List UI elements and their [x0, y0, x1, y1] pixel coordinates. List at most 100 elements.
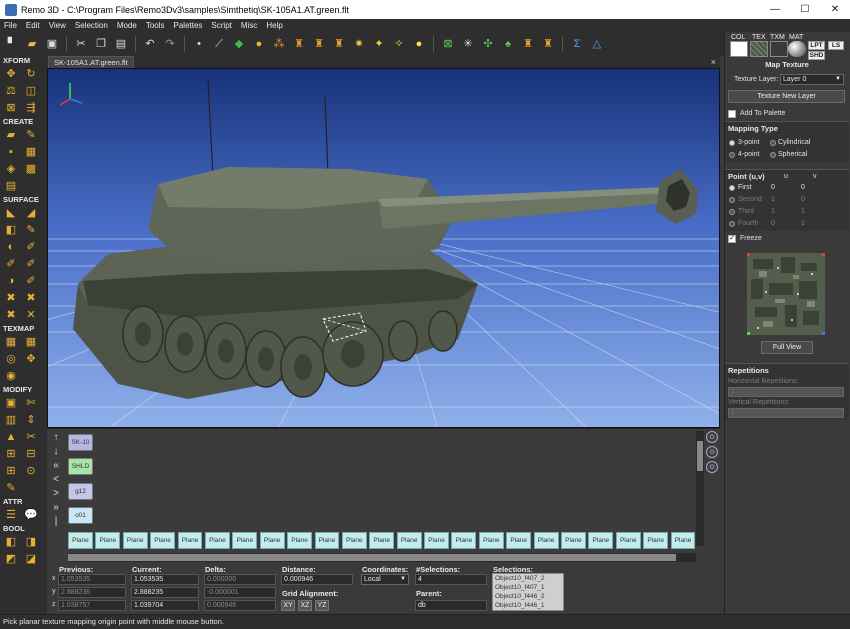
scene-graph-leaf[interactable]: Plane	[533, 532, 559, 549]
tool-icon[interactable]: ✥	[23, 352, 39, 367]
scene-graph-leaf[interactable]: Plane	[670, 532, 696, 549]
selections-list[interactable]: Object10_f407_2 Object10_f407_1 Object10…	[492, 573, 564, 611]
scene-graph-leaf[interactable]: Plane	[478, 532, 504, 549]
tool-icon[interactable]: ◉	[3, 369, 19, 384]
tool-icon[interactable]: ✥	[3, 67, 19, 82]
scene-graph-horizontal-scrollbar[interactable]	[68, 553, 696, 562]
undo-icon[interactable]: ↶	[142, 36, 158, 52]
freeze-checkbox[interactable]: ✓	[728, 235, 736, 243]
scene-graph-leaf[interactable]: Plane	[643, 532, 669, 549]
grid-xz-button[interactable]: XZ	[298, 600, 312, 611]
3d-viewport[interactable]	[47, 68, 720, 428]
point-second-radio[interactable]	[729, 197, 735, 203]
tool-icon[interactable]: 💬	[23, 508, 39, 523]
tool-icon[interactable]: ▥	[3, 413, 19, 428]
tool-icon[interactable]: ▦	[3, 335, 19, 350]
tool-icon[interactable]: ▪	[3, 145, 19, 160]
tool-icon[interactable]: ◑	[3, 274, 19, 289]
texture-swatch[interactable]	[750, 41, 768, 57]
point-v-value[interactable]: 1	[801, 220, 805, 227]
point-v-value[interactable]: 1	[801, 208, 805, 215]
scene-graph-leaf[interactable]: Plane	[369, 532, 395, 549]
scene-graph-leaf[interactable]: Plane	[259, 532, 285, 549]
save-icon[interactable]: ▣	[44, 36, 60, 52]
triangle-icon[interactable]: △	[589, 36, 605, 52]
point-v-value[interactable]: 0	[801, 184, 805, 191]
coordinates-select[interactable]: Local ▼	[361, 574, 409, 585]
select-face-icon[interactable]: ◆	[231, 36, 247, 52]
tab-txm[interactable]: TXM	[770, 34, 785, 41]
scene-graph-leaf[interactable]: Plane	[68, 532, 93, 549]
scene-graph-leaf[interactable]: Plane	[341, 532, 367, 549]
tool-icon[interactable]: ▦	[23, 335, 39, 350]
tool-icon[interactable]: ⇕	[23, 413, 39, 428]
tool-icon[interactable]: ✐	[23, 257, 39, 272]
scene-graph-node[interactable]: g12	[68, 483, 93, 500]
point-u-value[interactable]: 1	[771, 208, 775, 215]
tool-icon[interactable]: ✐	[23, 274, 39, 289]
tool-icon[interactable]: ◩	[3, 552, 19, 567]
tool-icon[interactable]: ⊠	[3, 101, 19, 116]
menu-selection[interactable]: Selection	[75, 21, 108, 30]
menu-view[interactable]: View	[49, 21, 66, 30]
current-y-field[interactable]: 2.888235	[131, 587, 199, 598]
scene-graph-leaf[interactable]: Plane	[204, 532, 230, 549]
mapping-spherical-radio[interactable]	[770, 152, 776, 158]
transform-icon[interactable]: ♜	[540, 36, 556, 52]
tool-icon[interactable]: ▲	[3, 430, 19, 445]
grid-yz-button[interactable]: YZ	[315, 600, 329, 611]
scene-graph-leaf[interactable]: Plane	[314, 532, 340, 549]
scene-graph-nav-3[interactable]: <	[49, 473, 63, 487]
full-view-button[interactable]: Full View	[761, 341, 813, 354]
tool-icon[interactable]	[23, 481, 39, 496]
tool-icon[interactable]: ✐	[23, 240, 39, 255]
add-to-palette-checkbox[interactable]	[728, 110, 736, 118]
tool-icon[interactable]: ◢	[23, 206, 39, 221]
clip-icon[interactable]: ✳	[460, 36, 476, 52]
tool-icon[interactable]: ▰	[3, 128, 19, 143]
tool-icon[interactable]: ⇶	[23, 101, 39, 116]
dof-icon[interactable]: ⊠	[440, 36, 456, 52]
mapping-cylindrical-radio[interactable]	[770, 140, 776, 146]
zoom-icon[interactable]: ⊙	[706, 431, 718, 443]
paste-icon[interactable]: ▤	[113, 36, 129, 52]
document-tab[interactable]: SK-105A1.AT.green.flt	[48, 56, 134, 68]
horizontal-repetitions-field[interactable]: 1	[728, 387, 844, 397]
tool-icon[interactable]: ▦	[23, 145, 39, 160]
menu-palettes[interactable]: Palettes	[174, 21, 203, 30]
scene-graph-leaf[interactable]: Plane	[232, 532, 258, 549]
scene-graph-leaf[interactable]: Plane	[615, 532, 641, 549]
menu-script[interactable]: Script	[211, 21, 231, 30]
open-icon[interactable]: ▰	[24, 36, 40, 52]
tool-icon[interactable]: ✖	[3, 308, 19, 323]
menu-edit[interactable]: Edit	[26, 21, 40, 30]
minimize-button[interactable]: —	[760, 0, 790, 19]
grid-xy-button[interactable]: XY	[281, 600, 295, 611]
degree-of-freedom-icon[interactable]: ✣	[480, 36, 496, 52]
new-icon[interactable]: ▘	[4, 36, 20, 52]
tool-icon[interactable]: ◎	[3, 352, 19, 367]
tool-icon[interactable]: ◐	[3, 240, 19, 255]
tab-mat[interactable]: MAT	[789, 34, 803, 41]
point-u-value[interactable]: 1	[771, 196, 775, 203]
sum-icon[interactable]: Σ	[569, 36, 585, 52]
lpt-button[interactable]: LPT	[808, 41, 825, 50]
tool-icon[interactable]: ✖	[23, 291, 39, 306]
texture-layer-select[interactable]: Layer 0 ▼	[780, 74, 844, 85]
scene-graph-leaf[interactable]: Plane	[95, 532, 121, 549]
color-swatch[interactable]	[730, 41, 748, 57]
mapping-3point-radio[interactable]	[729, 140, 735, 146]
menu-mode[interactable]: Mode	[117, 21, 137, 30]
hierarchy-icon[interactable]: ♜	[291, 36, 307, 52]
tool-icon[interactable]: ☰	[3, 508, 19, 523]
copy-icon[interactable]: ❐	[93, 36, 109, 52]
select-vertex-icon[interactable]: •	[191, 36, 207, 52]
tool-icon[interactable]: ⚖	[3, 84, 19, 99]
select-object-icon[interactable]: ●	[251, 36, 267, 52]
redo-icon[interactable]: ↷	[162, 36, 178, 52]
tool-icon[interactable]: ✂	[23, 430, 39, 445]
current-x-field[interactable]: 1.053535	[131, 574, 199, 585]
close-document-icon[interactable]: ×	[711, 56, 716, 68]
tool-icon[interactable]	[23, 179, 39, 194]
switch-icon[interactable]: ♜	[331, 36, 347, 52]
